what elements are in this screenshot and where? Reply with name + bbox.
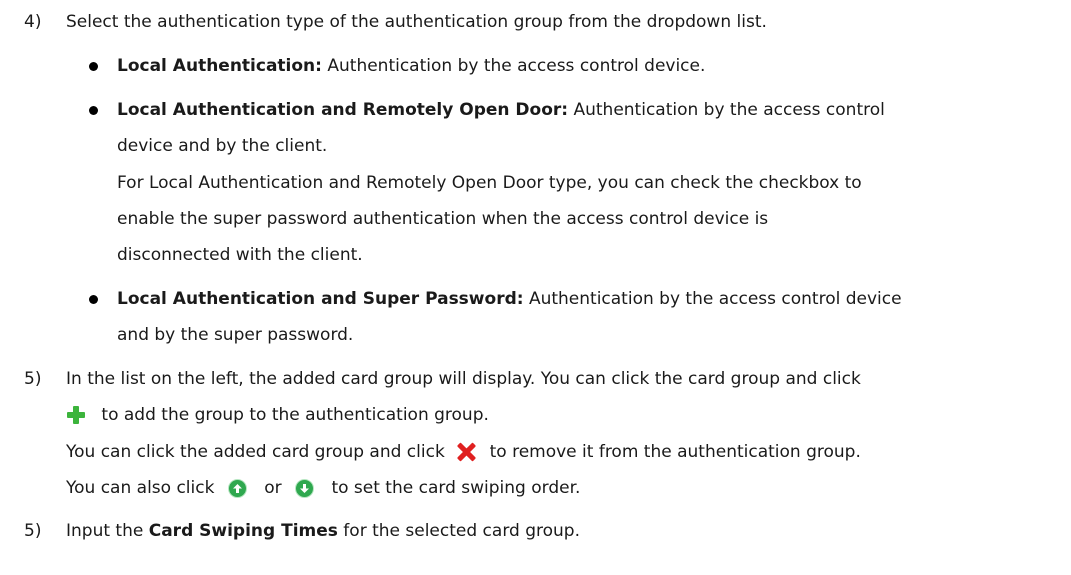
step-text-fragment: to set the card swiping order. [331, 478, 581, 498]
bullet-term: Local Authentication and Super Password: [117, 289, 524, 309]
step-text-fragment: You can also click [66, 478, 215, 498]
plus-icon [66, 405, 86, 425]
bullet-term: Local Authentication and Remotely Open D… [117, 100, 569, 120]
step-text-fragment: You can click the added card group and c… [66, 442, 445, 462]
step-text-line: You can also click or to set the card sw… [66, 477, 580, 499]
bullet-item: Local Authentication and Super Password:… [117, 288, 902, 310]
bullet-item: Local Authentication and Remotely Open D… [117, 99, 885, 121]
step-text-fragment: to remove it from the authentication gro… [489, 442, 861, 462]
step-text: In the list on the left, the added card … [66, 369, 861, 389]
step-text-line: You can click the added card group and c… [66, 441, 861, 463]
step-number: 4) [24, 12, 42, 32]
bullet-desc: Authentication by the access control dev… [523, 289, 902, 309]
bullet-dot [89, 295, 98, 304]
step-number: 5) [24, 521, 42, 541]
bullet-dot [89, 62, 98, 71]
note-paragraph: disconnected with the client. [117, 245, 363, 265]
step-text-fragment: to add the group to the authentication g… [101, 405, 489, 425]
bullet-dot [89, 106, 98, 115]
bullet-term: Local Authentication: [117, 56, 322, 76]
step-text-fragment: for the selected card group. [337, 521, 580, 541]
step-text-line: Input the Card Swiping Times for the sel… [66, 520, 580, 542]
step-text-fragment: Input the [66, 521, 149, 541]
note-paragraph: For Local Authentication and Remotely Op… [117, 173, 862, 193]
step-number: 5) [24, 369, 42, 389]
step-text-fragment: or [264, 478, 282, 498]
step-text-line: to add the group to the authentication g… [66, 404, 489, 426]
arrow-down-circle-icon [295, 478, 315, 498]
bullet-continuation: device and by the client. [117, 136, 328, 156]
close-icon [455, 442, 477, 462]
bullet-item: Local Authentication: Authentication by … [117, 55, 705, 77]
bullet-desc: Authentication by the access control dev… [321, 56, 706, 76]
arrow-up-circle-icon [227, 478, 247, 498]
bullet-continuation: and by the super password. [117, 325, 354, 345]
step-term: Card Swiping Times [148, 521, 338, 541]
bullet-desc: Authentication by the access control [568, 100, 885, 120]
step-text: Select the authentication type of the au… [66, 12, 767, 32]
note-paragraph: enable the super password authentication… [117, 209, 769, 229]
